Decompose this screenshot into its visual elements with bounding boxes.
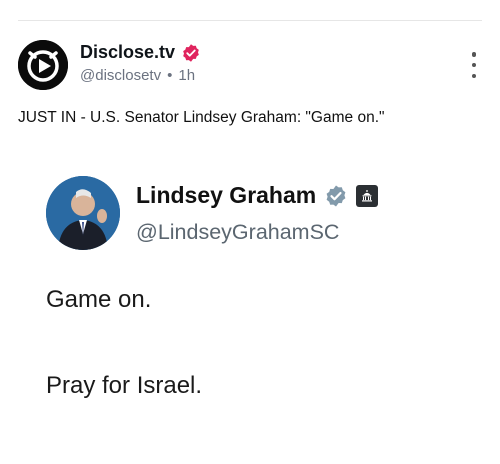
disclose-logo-icon	[18, 40, 68, 90]
embed-author-name: Lindsey Graham	[136, 182, 317, 208]
more-vertical-icon	[471, 52, 477, 57]
verified-badge-icon	[183, 43, 199, 62]
post-time: 1h	[178, 67, 196, 84]
post-author: Disclose.tv @disclosetv • 1h	[80, 42, 201, 84]
capitol-building-icon	[356, 184, 379, 207]
verified-badge-icon	[326, 185, 346, 206]
embed-avatar	[46, 176, 120, 250]
embed-text-line: Pray for Israel.	[46, 372, 203, 399]
post-text: JUST IN - U.S. Senator Lindsey Graham: "…	[18, 109, 385, 126]
author-handle: @disclosetv	[80, 67, 162, 84]
top-divider	[18, 20, 482, 21]
embedded-tweet-image[interactable]: Lindsey Graham @LindseyGrahamSC Game on.…	[0, 150, 500, 464]
embed-text-line: Game on.	[46, 286, 152, 313]
author-avatar[interactable]	[18, 40, 68, 90]
meta-separator: •	[167, 67, 173, 84]
author-name[interactable]: Disclose.tv	[80, 42, 175, 63]
embed-author-handle: @LindseyGrahamSC	[136, 220, 340, 244]
more-options-button[interactable]	[470, 52, 478, 78]
